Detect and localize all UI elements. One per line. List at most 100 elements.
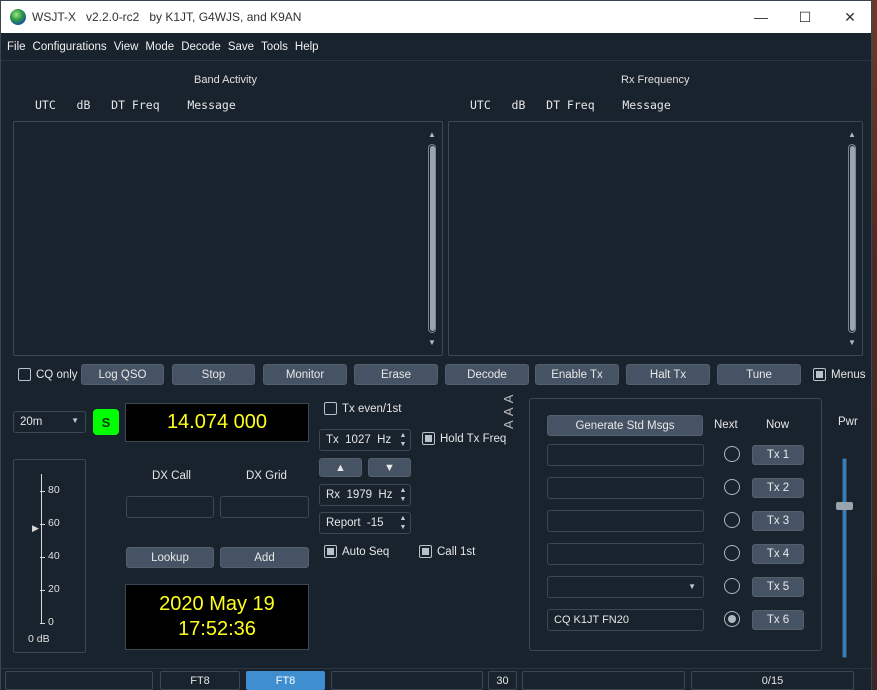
decode-button[interactable]: Decode <box>445 364 529 385</box>
log-qso-button[interactable]: Log QSO <box>81 364 164 385</box>
meter-tick-80: 80 <box>48 484 60 496</box>
meter-tick-20: 20 <box>48 583 60 595</box>
menu-help[interactable]: Help <box>295 41 319 53</box>
stop-button[interactable]: Stop <box>172 364 255 385</box>
tune-button[interactable]: Tune <box>717 364 801 385</box>
rx-to-tx-down-button[interactable]: ▼ <box>368 458 411 477</box>
tx3-now-button[interactable]: Tx 3 <box>752 511 804 531</box>
tx5-now-button[interactable]: Tx 5 <box>752 577 804 597</box>
signal-meter: 80 60 40 20 0 ▶ 0 dB <box>13 459 86 653</box>
scroll-up-icon[interactable]: ▲ <box>426 130 438 139</box>
up-arrow-icon: ▲ <box>335 461 346 474</box>
tx-frequency-spinbox[interactable]: Tx 1027 Hz ▲ ▼ <box>319 429 411 451</box>
meter-tick-60: 60 <box>48 517 60 529</box>
dx-grid-input[interactable] <box>220 496 309 518</box>
meter-axis <box>41 474 42 624</box>
rx-frequency-scrollbar[interactable]: ▲ ▼ <box>846 130 858 347</box>
status-rx-tx <box>5 671 153 690</box>
dx-call-input[interactable] <box>126 496 214 518</box>
menu-file[interactable]: File <box>7 41 26 53</box>
tx4-next-radio[interactable] <box>724 545 740 561</box>
clock-time: 17:52:36 <box>178 618 256 640</box>
rx-frequency-title: Rx Frequency <box>621 74 690 86</box>
scroll-down-icon[interactable]: ▼ <box>426 338 438 347</box>
status-period: 30 <box>488 671 517 690</box>
generate-std-msgs-button[interactable]: Generate Std Msgs <box>547 415 703 436</box>
dx-grid-label: DX Grid <box>246 470 287 482</box>
main-window: WSJT-X v2.2.0-rc2 by K1JT, G4WJS, and K9… <box>0 0 872 690</box>
cq-only-checkbox[interactable]: CQ only <box>18 368 78 381</box>
tx1-next-radio[interactable] <box>724 446 740 462</box>
erase-button[interactable]: Erase <box>354 364 438 385</box>
scroll-thumb[interactable] <box>430 146 435 331</box>
tx3-message-input[interactable] <box>547 510 704 532</box>
menu-tools[interactable]: Tools <box>261 41 288 53</box>
scroll-down-icon[interactable]: ▼ <box>846 338 858 347</box>
menu-save[interactable]: Save <box>228 41 254 53</box>
minimize-icon: — <box>754 9 768 25</box>
band-activity-text[interactable]: ▲ ▼ <box>13 121 443 356</box>
status-mode-active: FT8 <box>246 671 325 690</box>
tx4-message-input[interactable] <box>547 543 704 565</box>
rx-frequency-text[interactable]: ▲ ▼ <box>448 121 863 356</box>
lookup-button[interactable]: Lookup <box>126 547 214 568</box>
menus-checkbox[interactable]: Menus <box>813 368 866 381</box>
power-slider-handle[interactable] <box>836 502 853 510</box>
add-button[interactable]: Add <box>220 547 309 568</box>
report-spinbox[interactable]: Report -15 ▲ ▼ <box>319 512 411 534</box>
band-activity-scrollbar[interactable]: ▲ ▼ <box>426 130 438 347</box>
close-button[interactable]: ✕ <box>827 1 873 33</box>
hold-tx-freq-checkbox[interactable]: Hold Tx Freq <box>422 432 506 445</box>
tx1-now-button[interactable]: Tx 1 <box>752 445 804 465</box>
close-icon: ✕ <box>844 8 856 25</box>
halt-tx-button[interactable]: Halt Tx <box>626 364 710 385</box>
menu-mode[interactable]: Mode <box>145 41 174 53</box>
scroll-up-icon[interactable]: ▲ <box>846 130 858 139</box>
tx4-now-button[interactable]: Tx 4 <box>752 544 804 564</box>
menu-bar: File Configurations View Mode Decode Sav… <box>1 33 871 61</box>
tx2-now-button[interactable]: Tx 2 <box>752 478 804 498</box>
down-arrow-icon: ▼ <box>384 461 395 474</box>
maximize-icon: ☐ <box>798 8 812 25</box>
maximize-button[interactable]: ☐ <box>782 1 828 33</box>
chevron-down-icon: ▼ <box>71 416 79 425</box>
menu-view[interactable]: View <box>114 41 139 53</box>
band-select[interactable]: 20m ▼ <box>13 411 86 433</box>
enable-tx-button[interactable]: Enable Tx <box>535 364 619 385</box>
tx-to-rx-up-button[interactable]: ▲ <box>319 458 362 477</box>
tx5-message-combo[interactable]: ▼ <box>547 576 704 598</box>
window-title: WSJT-X v2.2.0-rc2 by K1JT, G4WJS, and K9… <box>32 10 302 24</box>
status-progress: 0/15 <box>691 671 854 690</box>
monitor-button[interactable]: Monitor <box>263 364 347 385</box>
auto-seq-checkbox[interactable]: Auto Seq <box>324 545 389 558</box>
menu-decode[interactable]: Decode <box>181 41 221 53</box>
minimize-button[interactable]: — <box>738 1 784 33</box>
status-mode: FT8 <box>160 671 240 690</box>
rx-frequency-columns: UTC dB DT Freq Message <box>470 98 671 112</box>
tx3-next-radio[interactable] <box>724 512 740 528</box>
tx5-next-radio[interactable] <box>724 578 740 594</box>
meter-unit-label: 0 dB <box>28 633 50 645</box>
band-activity-columns: UTC dB DT Freq Message <box>35 98 236 112</box>
tx6-next-radio[interactable] <box>724 611 740 627</box>
clock-date: 2020 May 19 <box>159 593 275 615</box>
tx2-next-radio[interactable] <box>724 479 740 495</box>
scroll-thumb[interactable] <box>850 146 855 331</box>
call-1st-checkbox[interactable]: Call 1st <box>419 545 475 558</box>
meter-pointer-icon: ▶ <box>32 523 39 533</box>
menu-configurations[interactable]: Configurations <box>33 41 107 53</box>
tx-even-checkbox[interactable]: Tx even/1st <box>324 402 401 415</box>
meter-tick-40: 40 <box>48 550 60 562</box>
status-last-tx <box>331 671 483 690</box>
tx1-message-input[interactable] <box>547 444 704 466</box>
rx-frequency-spinbox[interactable]: Rx 1979 Hz ▲ ▼ <box>319 484 411 506</box>
app-logo-icon <box>10 9 26 25</box>
tx2-message-input[interactable] <box>547 477 704 499</box>
font-size-tabs-icon[interactable]: A A A <box>501 394 516 429</box>
power-slider[interactable] <box>836 458 853 658</box>
title-bar: WSJT-X v2.2.0-rc2 by K1JT, G4WJS, and K9… <box>1 1 871 33</box>
tx6-message-input[interactable]: CQ K1JT FN20 <box>547 609 704 631</box>
tx6-now-button[interactable]: Tx 6 <box>752 610 804 630</box>
s-indicator: S <box>93 409 119 435</box>
dial-frequency-display: 14.074 000 <box>125 403 309 442</box>
